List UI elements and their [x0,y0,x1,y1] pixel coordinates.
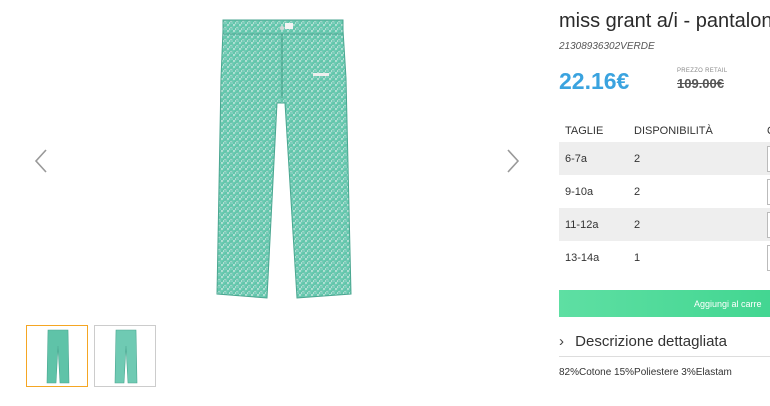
header-sizes: TAGLIE [565,125,604,137]
chevron-right-icon: › [559,333,564,350]
retail-price-label: PREZZO RETAIL [677,68,728,74]
size-cell: 9-10a [565,185,594,198]
size-cell: 13-14a [565,251,600,264]
retail-price: 109.00€ [677,76,724,91]
header-availability: DISPONIBILITÀ [634,125,713,137]
size-availability-table: TAGLIE DISPONIBILITÀ Q 6-7a 2 9-10a 2 11… [559,120,770,274]
size-cell: 11-12a [559,208,628,241]
product-price: 22.16€ [559,68,630,94]
thumbnail-front[interactable] [26,325,88,387]
chevron-left-icon[interactable] [30,146,54,176]
availability-cell: 2 [634,185,641,198]
product-sku: 21308936302VERDE [559,41,655,52]
thumbnail-back[interactable] [94,325,156,387]
product-title: miss grant a/i - pantalon [559,10,770,32]
description-toggle-label: Descrizione dettagliata [575,333,727,350]
table-row: 13-14a 1 [559,241,770,274]
table-row: 11-12a 2 [559,208,770,241]
divider [559,356,770,357]
composition-text: 82%Cotone 15%Poliestere 3%Elastam [559,367,732,378]
add-to-cart-button[interactable]: Aggiungi al carre [559,290,770,317]
header-quantity: Q [761,120,770,142]
availability-cell: 2 [628,142,761,175]
description-toggle[interactable]: › Descrizione dettagliata [559,333,770,350]
size-cell: 6-7a [559,142,628,175]
availability-cell: 2 [628,208,761,241]
product-gallery [0,0,545,406]
table-row: 9-10a 2 [559,175,770,208]
table-row: 6-7a 2 [559,142,770,175]
product-main-image [215,18,353,300]
product-details: miss grant a/i - pantalon 21308936302VER… [559,0,770,406]
chevron-right-icon[interactable] [500,146,524,176]
availability-cell: 1 [634,251,641,264]
